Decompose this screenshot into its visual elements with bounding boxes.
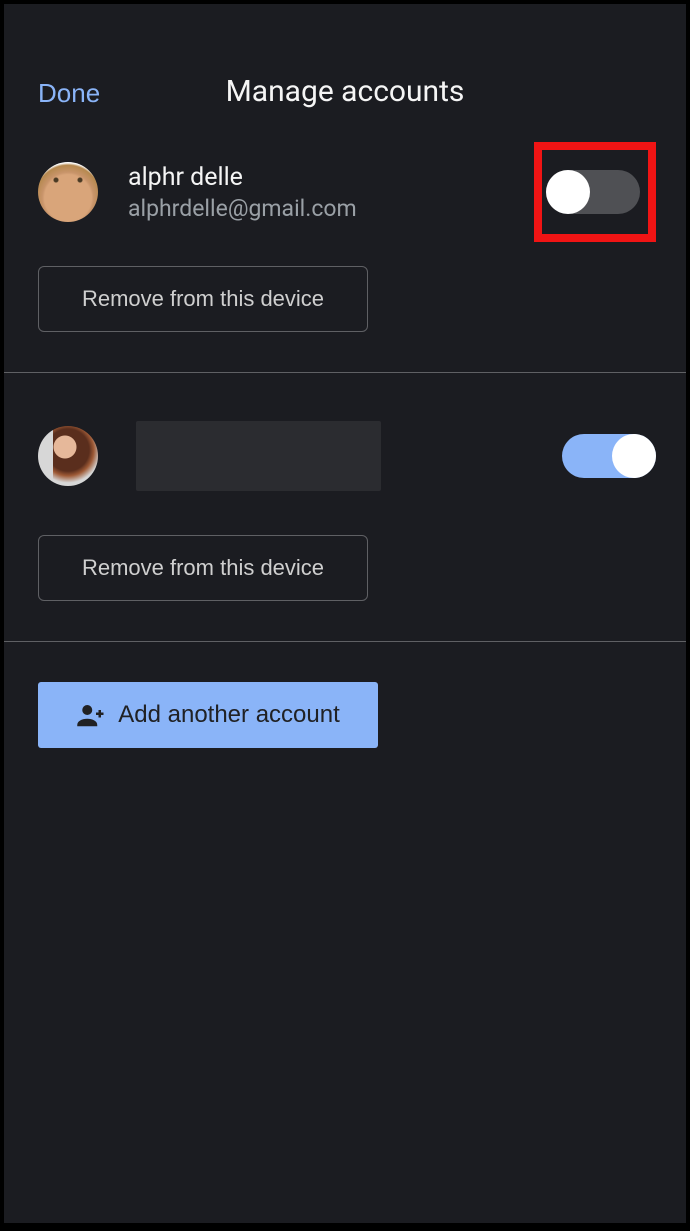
add-another-account-label: Add another account <box>118 701 340 729</box>
account-toggle[interactable] <box>562 434 656 478</box>
page-title: Manage accounts <box>4 74 686 109</box>
toggle-knob <box>612 434 656 478</box>
remove-from-device-button[interactable]: Remove from this device <box>38 535 368 601</box>
avatar <box>38 426 98 486</box>
done-button[interactable]: Done <box>38 78 100 109</box>
toggle-highlight <box>534 142 656 242</box>
person-add-icon <box>76 700 106 730</box>
toggle-wrap <box>562 434 656 478</box>
account-redacted <box>136 421 381 491</box>
avatar <box>38 162 98 222</box>
account-section: alphr delle alphrdelle@gmail.com Remove … <box>4 114 686 373</box>
remove-from-device-button[interactable]: Remove from this device <box>38 266 368 332</box>
toggle-knob <box>546 170 590 214</box>
account-section: Remove from this device <box>4 373 686 642</box>
header: Done Manage accounts <box>4 4 686 114</box>
manage-accounts-screen: Done Manage accounts alphr delle alphrde… <box>4 4 686 1223</box>
account-row <box>38 421 656 491</box>
account-row: alphr delle alphrdelle@gmail.com <box>38 162 656 222</box>
account-toggle[interactable] <box>546 170 640 214</box>
add-another-account-button[interactable]: Add another account <box>38 682 378 748</box>
